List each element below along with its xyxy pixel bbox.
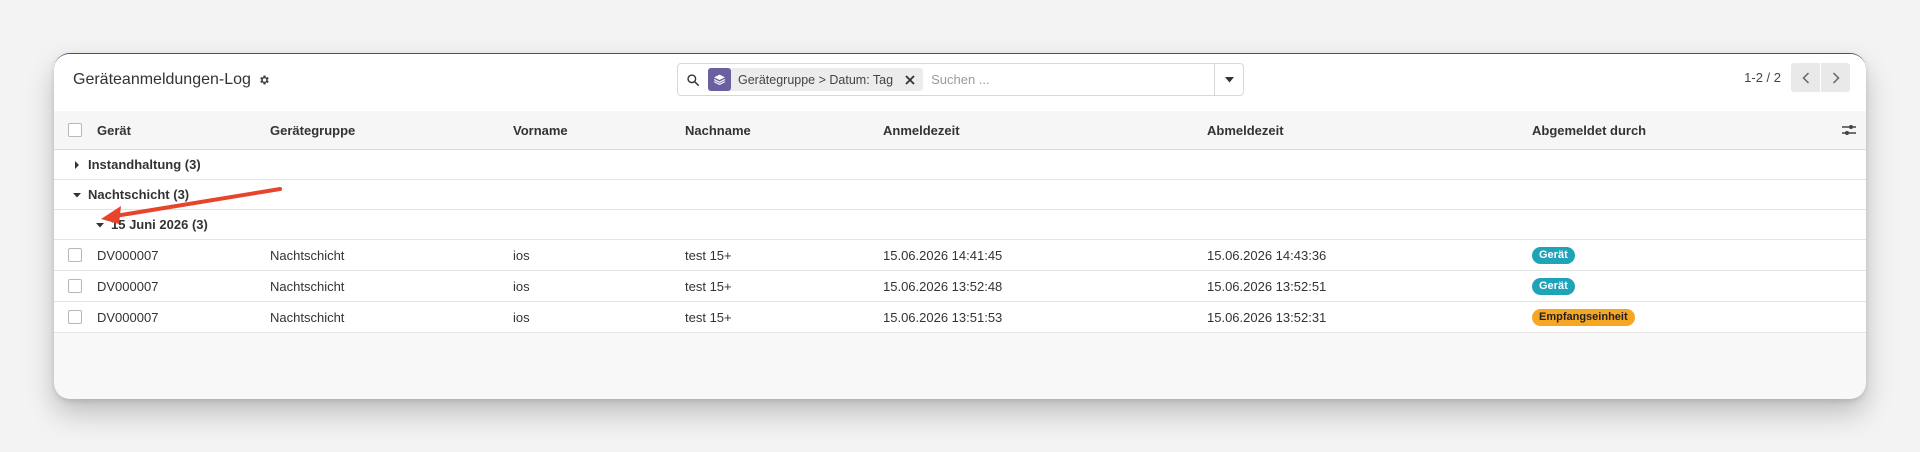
layers-icon xyxy=(708,68,731,91)
subgroup-label: 15 Juni 2026 (3) xyxy=(111,217,208,232)
page-title-area: Geräteanmeldungen-Log xyxy=(73,71,270,89)
cell-device-group: Nachtschicht xyxy=(270,247,345,263)
column-header-logged-out-by[interactable]: Abgemeldet durch xyxy=(1532,111,1646,149)
column-header-device[interactable]: Gerät xyxy=(97,111,131,149)
subgroup-row-date[interactable]: 15 Juni 2026 (3) xyxy=(54,210,1866,240)
facet-label: Gerätegruppe > Datum: Tag xyxy=(738,72,894,87)
group-label: Nachtschicht (3) xyxy=(88,187,190,202)
status-badge: Gerät xyxy=(1532,277,1575,295)
row-checkbox[interactable] xyxy=(68,310,82,324)
status-badge: Gerät xyxy=(1532,246,1575,264)
cell-logout-time: 15.06.2026 13:52:51 xyxy=(1207,278,1327,294)
search-options-toggle[interactable] xyxy=(1214,64,1243,95)
pager-next-button[interactable] xyxy=(1821,63,1850,92)
select-all-checkbox[interactable] xyxy=(68,123,82,137)
pager: 1-2 / 2 xyxy=(1744,63,1850,92)
page-title: Geräteanmeldungen-Log xyxy=(73,71,251,88)
table-header: Gerät Gerätegruppe Vorname Nachname Anme… xyxy=(54,111,1866,150)
cell-lastname: test 15+ xyxy=(685,309,732,325)
cell-login-time: 15.06.2026 14:41:45 xyxy=(883,247,1003,263)
column-header-logout-time[interactable]: Abmeldezeit xyxy=(1207,111,1284,149)
cell-device-group: Nachtschicht xyxy=(270,309,345,325)
table-row[interactable]: DV000007 Nachtschicht ios test 15+ 15.06… xyxy=(54,302,1866,333)
cell-device-group: Nachtschicht xyxy=(270,278,345,294)
cell-lastname: test 15+ xyxy=(685,278,732,294)
app-window: Geräteanmeldungen-Log Gerätegruppe > Dat… xyxy=(54,53,1866,399)
cell-firstname: ios xyxy=(513,309,530,325)
chevron-left-icon xyxy=(1801,71,1809,84)
search-icon[interactable] xyxy=(678,73,708,87)
cell-login-time: 15.06.2026 13:51:53 xyxy=(883,309,1003,325)
row-checkbox[interactable] xyxy=(68,248,82,262)
caret-right-icon xyxy=(75,160,79,169)
cell-login-time: 15.06.2026 13:52:48 xyxy=(883,278,1003,294)
caret-down-icon xyxy=(73,192,81,197)
group-row-instandhaltung[interactable]: Instandhaltung (3) xyxy=(54,150,1866,180)
cell-logout-time: 15.06.2026 14:43:36 xyxy=(1207,247,1327,263)
chevron-right-icon xyxy=(1832,71,1840,84)
column-header-lastname[interactable]: Nachname xyxy=(685,111,751,149)
list-table: Gerät Gerätegruppe Vorname Nachname Anme… xyxy=(54,111,1866,333)
cell-firstname: ios xyxy=(513,278,530,294)
caret-down-icon xyxy=(96,222,104,227)
close-icon[interactable] xyxy=(901,74,923,85)
caret-down-icon xyxy=(1224,76,1234,82)
search-input[interactable] xyxy=(929,71,1214,88)
table-row[interactable]: DV000007 Nachtschicht ios test 15+ 15.06… xyxy=(54,240,1866,271)
table-row[interactable]: DV000007 Nachtschicht ios test 15+ 15.06… xyxy=(54,271,1866,302)
cell-device: DV000007 xyxy=(97,309,159,325)
cell-firstname: ios xyxy=(513,247,530,263)
row-checkbox[interactable] xyxy=(68,279,82,293)
status-badge: Empfangseinheit xyxy=(1532,308,1635,326)
group-row-nachtschicht[interactable]: Nachtschicht (3) xyxy=(54,180,1866,210)
cell-lastname: test 15+ xyxy=(685,247,732,263)
pager-buttons xyxy=(1791,63,1850,92)
group-label: Instandhaltung (3) xyxy=(88,157,201,172)
column-header-firstname[interactable]: Vorname xyxy=(513,111,568,149)
pager-value[interactable]: 1-2 / 2 xyxy=(1744,70,1781,85)
column-settings-icon[interactable] xyxy=(1842,111,1856,149)
column-header-device-group[interactable]: Gerätegruppe xyxy=(270,111,355,149)
cell-device: DV000007 xyxy=(97,247,159,263)
cell-device: DV000007 xyxy=(97,278,159,294)
column-header-login-time[interactable]: Anmeldezeit xyxy=(883,111,960,149)
cell-logout-time: 15.06.2026 13:52:31 xyxy=(1207,309,1327,325)
search-bar[interactable]: Gerätegruppe > Datum: Tag xyxy=(677,63,1244,96)
control-panel: Geräteanmeldungen-Log Gerätegruppe > Dat… xyxy=(54,54,1866,112)
gear-icon[interactable] xyxy=(258,74,270,86)
search-facet: Gerätegruppe > Datum: Tag xyxy=(708,68,924,91)
pager-previous-button[interactable] xyxy=(1791,63,1820,92)
